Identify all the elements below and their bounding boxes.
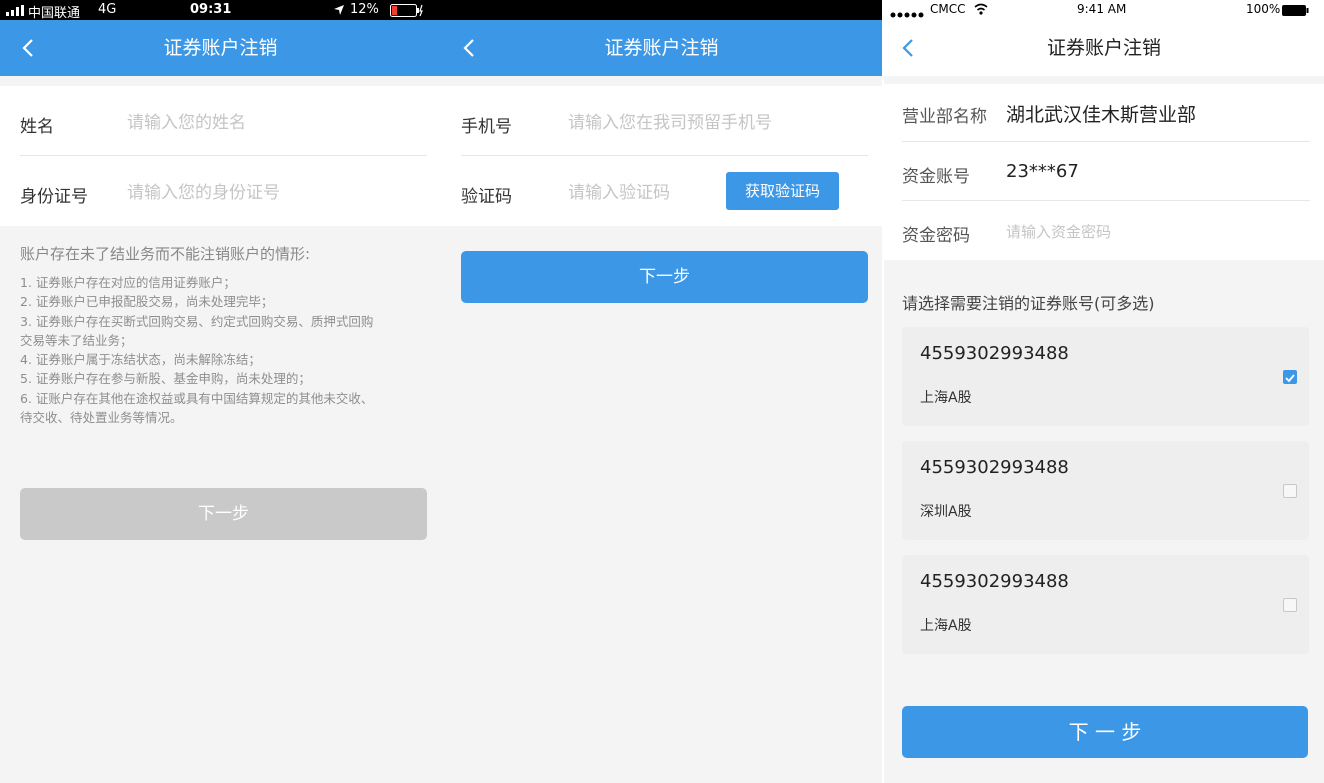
notice-item: 5. 证券账户存在参与新股、基金申购，尚未处理的； <box>20 371 311 387</box>
fund-account-label: 资金账号 <box>902 167 970 187</box>
notice-item: 4. 证券账户属于冻结状态，尚未解除冻结； <box>20 352 261 368</box>
divider <box>461 155 868 156</box>
notice-item: 3. 证券账户存在买断式回购交易、约定式回购交易、质押式回购 <box>20 313 374 329</box>
verify-form: 手机号 请输入您在我司预留手机号 验证码 请输入验证码 获取验证码 <box>441 86 882 226</box>
location-icon <box>333 4 345 16</box>
notice-item: 待交收、待处置业务等情况。 <box>20 410 183 426</box>
divider <box>20 155 427 156</box>
notice-item: 6. 证账户存在其他在途权益或具有中国结算规定的其他未交收、 <box>20 390 374 406</box>
page-title: 证券账户注销 <box>163 37 278 59</box>
select-prompt: 请选择需要注销的证券账号(可多选) <box>902 294 1155 313</box>
clock-label: 9:41 AM <box>1077 2 1127 16</box>
notice-list: 1. 证券账户存在对应的信用证券账户； 2. 证券账户已申报配股交易，尚未处理完毕… <box>20 273 435 427</box>
name-label: 姓名 <box>20 117 54 137</box>
next-button[interactable]: 下一步 <box>461 251 868 303</box>
signal-icon <box>6 5 26 16</box>
network-label: 4G <box>98 2 117 17</box>
status-bar <box>441 0 882 20</box>
battery-icon <box>390 4 424 17</box>
screen-identity-form: 中国联通 4G 09:31 12% 证券账户注销 姓名 请输入您的姓名 身份证号… <box>0 0 441 783</box>
account-item[interactable]: 4559302993488 深圳A股 <box>902 441 1309 540</box>
code-input[interactable]: 请输入验证码 <box>568 178 718 203</box>
account-market: 上海A股 <box>920 618 972 634</box>
notice-item: 2. 证券账户已申报配股交易，尚未处理完毕； <box>20 294 274 310</box>
status-bar: 中国联通 4G 09:31 12% <box>0 0 441 21</box>
id-number-label: 身份证号 <box>20 187 88 207</box>
screen-account-select: CMCC 9:41 AM 100% 证券账户注销 营业部名称 湖北武汉佳木斯营业… <box>884 0 1324 783</box>
notice-item: 交易等未了结业务； <box>20 332 133 348</box>
nav-bar: 证券账户注销 <box>441 20 882 76</box>
fund-account-value: 23***67 <box>1006 161 1079 182</box>
status-bar: CMCC 9:41 AM 100% <box>884 0 1324 20</box>
fund-password-label: 资金密码 <box>902 226 970 246</box>
fund-password-input[interactable]: 请输入资金密码 <box>1006 221 1286 242</box>
checkmark-icon <box>1285 374 1295 383</box>
code-label: 验证码 <box>461 187 512 207</box>
page-title: 证券账户注销 <box>1046 37 1161 59</box>
next-button-disabled[interactable]: 下一步 <box>20 488 427 540</box>
wifi-icon <box>974 3 988 15</box>
battery-percent: 100% <box>1246 2 1281 16</box>
phone-label: 手机号 <box>461 117 512 137</box>
account-market: 深圳A股 <box>920 504 972 520</box>
notice-item: 1. 证券账户存在对应的信用证券账户； <box>20 275 236 290</box>
branch-value: 湖北武汉佳木斯营业部 <box>1006 104 1197 126</box>
next-button[interactable]: 下 一 步 <box>902 706 1308 758</box>
account-item[interactable]: 4559302993488 上海A股 <box>902 327 1309 426</box>
identity-form: 姓名 请输入您的姓名 身份证号 请输入您的身份证号 <box>0 86 441 226</box>
divider <box>902 141 1310 142</box>
notice-section: 账户存在未了结业务而不能注销账户的情形: 1. 证券账户存在对应的信用证券账户；… <box>20 243 435 427</box>
phone-input[interactable]: 请输入您在我司预留手机号 <box>568 108 868 133</box>
name-input[interactable]: 请输入您的姓名 <box>127 108 427 133</box>
account-checkbox[interactable] <box>1283 370 1297 384</box>
screen-phone-verify: 证券账户注销 手机号 请输入您在我司预留手机号 验证码 请输入验证码 获取验证码… <box>441 0 882 783</box>
branch-label: 营业部名称 <box>902 107 987 127</box>
clock-label: 09:31 <box>190 2 232 17</box>
account-number: 4559302993488 <box>920 457 1069 478</box>
nav-bar: 证券账户注销 <box>884 20 1324 76</box>
id-number-input[interactable]: 请输入您的身份证号 <box>127 178 427 203</box>
notice-heading: 账户存在未了结业务而不能注销账户的情形: <box>20 245 311 263</box>
account-checkbox[interactable] <box>1283 484 1297 498</box>
carrier-label: 中国联通 <box>28 6 81 21</box>
nav-bar: 证券账户注销 <box>0 20 441 76</box>
account-number: 4559302993488 <box>920 343 1069 364</box>
carrier-label: CMCC <box>930 2 966 16</box>
get-code-button[interactable]: 获取验证码 <box>726 172 839 210</box>
page-title: 证券账户注销 <box>604 37 719 59</box>
signal-dots-icon <box>890 7 926 18</box>
account-info-card: 营业部名称 湖北武汉佳木斯营业部 资金账号 23***67 资金密码 请输入资金… <box>884 84 1324 260</box>
account-market: 上海A股 <box>920 390 972 406</box>
account-checkbox[interactable] <box>1283 598 1297 612</box>
account-item[interactable]: 4559302993488 上海A股 <box>902 555 1309 654</box>
account-number: 4559302993488 <box>920 571 1069 592</box>
battery-icon <box>1282 5 1310 16</box>
battery-percent: 12% <box>350 2 379 17</box>
divider <box>902 200 1310 201</box>
